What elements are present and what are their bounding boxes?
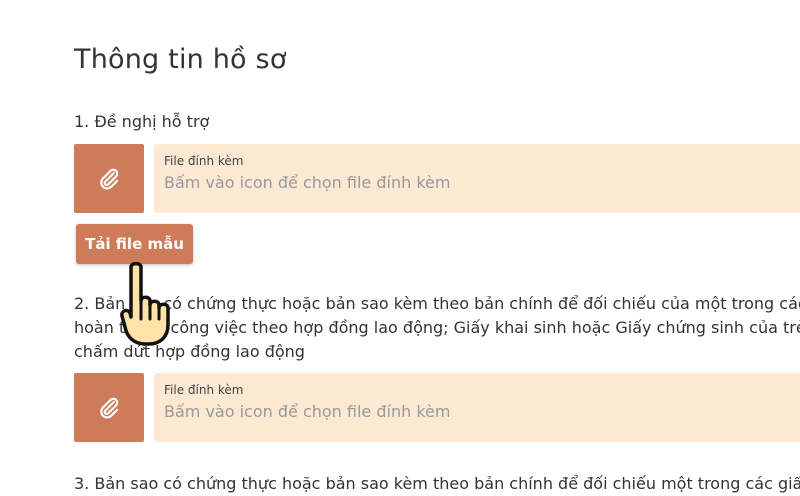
paperclip-icon: [100, 168, 119, 190]
section-3-label: 3. Bản sao có chứng thực hoặc bản sao kè…: [74, 474, 800, 493]
attach-button-2[interactable]: [74, 373, 144, 442]
file-field-placeholder: Bấm vào icon để chọn file đính kèm: [164, 173, 451, 192]
file-input-2[interactable]: File đính kèm Bấm vào icon để chọn file …: [154, 373, 800, 442]
file-field-label: File đính kèm: [164, 154, 244, 168]
section-2-label-line-3: chấm dứt hợp đồng lao động: [74, 342, 305, 361]
section-1-label: 1. Đề nghị hỗ trợ: [74, 112, 210, 131]
paperclip-icon: [100, 397, 119, 419]
download-sample-button[interactable]: Tải file mẫu: [76, 224, 193, 264]
attachment-row-1: File đính kèm Bấm vào icon để chọn file …: [74, 144, 800, 213]
attach-button-1[interactable]: [74, 144, 144, 213]
file-field-placeholder: Bấm vào icon để chọn file đính kèm: [164, 402, 451, 421]
section-2-label-line-2: hoàn thành công việc theo hợp đồng lao đ…: [74, 318, 800, 337]
file-field-label: File đính kèm: [164, 383, 244, 397]
hand-pointer-icon: [120, 261, 170, 346]
page-title: Thông tin hồ sơ: [74, 44, 287, 75]
file-input-1[interactable]: File đính kèm Bấm vào icon để chọn file …: [154, 144, 800, 213]
attachment-row-2: File đính kèm Bấm vào icon để chọn file …: [74, 373, 800, 442]
section-2-label-line-1: 2. Bản sao có chứng thực hoặc bản sao kè…: [74, 294, 800, 313]
